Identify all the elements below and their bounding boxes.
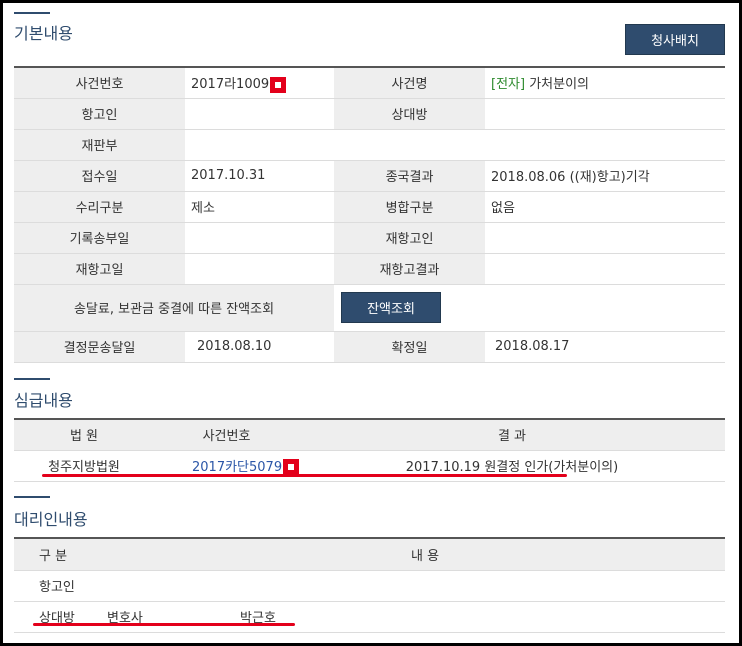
case-no-label: 사건번호 <box>14 67 185 99</box>
reappeal-result-label: 재항고결과 <box>334 253 485 285</box>
table-row: 상대방 변호사 박근호 <box>14 601 725 633</box>
final-result-label: 종국결과 <box>334 160 485 192</box>
balance-inquiry-label: 송달료, 보관금 중결에 따른 잔액조회 <box>14 284 334 332</box>
col-court-header: 법 원 <box>14 419 154 451</box>
red-underline-annotation <box>33 623 295 626</box>
accept-type-value: 제소 <box>185 191 334 223</box>
electronic-tag: [전자] <box>491 77 526 93</box>
reappeal-date-label: 재항고일 <box>14 253 185 285</box>
red-underline-annotation <box>42 474 567 477</box>
case-name-label: 사건명 <box>334 67 485 99</box>
court-layout-button[interactable]: 청사배치 <box>625 24 725 55</box>
balance-inquiry-cell: 잔액조회 <box>334 284 725 332</box>
case-name-value: [전자] 가처분이의 <box>485 67 725 99</box>
reappellant-value <box>485 222 725 254</box>
section-title-lower: 심급내용 <box>14 391 73 410</box>
section-title-basic: 기본내용 <box>14 24 73 43</box>
lower-case-no-link[interactable]: 2017카단5079 <box>192 460 282 475</box>
record-sent-label: 기록송부일 <box>14 222 185 254</box>
merge-type-label: 병합구분 <box>334 191 485 223</box>
opponent-value <box>485 98 725 130</box>
section-title-agent: 대리인내용 <box>14 510 88 529</box>
reappeal-date-value <box>185 253 334 285</box>
decision-sent-label: 결정문송달일 <box>14 331 185 363</box>
decision-sent-value: 2018.08.10 <box>185 331 334 363</box>
agent-type: 항고인 <box>14 570 104 602</box>
agent-type: 상대방 <box>14 601 104 633</box>
final-result-value: 2018.08.06 ((재)항고)기각 <box>485 160 725 192</box>
confirmed-value: 2018.08.17 <box>485 331 725 363</box>
col-result-header: 결 과 <box>299 419 725 451</box>
basic-info-table: 사건번호 2017라1009 사건명 [전자] 가처분이의 항고인 상대방 재판… <box>14 66 725 363</box>
merge-type-value: 없음 <box>485 191 725 223</box>
reappeal-result-value <box>485 253 725 285</box>
redaction-mark <box>283 459 299 476</box>
col-case-no-header: 사건번호 <box>154 419 299 451</box>
reappellant-label: 재항고인 <box>334 222 485 254</box>
case-name-text: 가처분이의 <box>525 77 590 93</box>
table-row: 항고인 <box>14 570 725 602</box>
accept-type-label: 수리구분 <box>14 191 185 223</box>
section-bar <box>14 496 50 498</box>
lower-court-table: 법 원 사건번호 결 과 청주지방법원 2017카단5079 2017.10.1… <box>14 418 725 482</box>
division-label: 재판부 <box>14 129 185 161</box>
col-content-header: 내 용 <box>104 538 725 571</box>
redaction-mark <box>270 76 287 93</box>
agent-content <box>104 570 725 602</box>
appellant-label: 항고인 <box>14 98 185 130</box>
col-type-header: 구 분 <box>14 538 104 571</box>
case-no-text: 2017라1009 <box>191 77 270 92</box>
received-label: 접수일 <box>14 160 185 192</box>
received-value: 2017.10.31 <box>185 160 334 192</box>
agent-content: 변호사 박근호 <box>104 601 725 633</box>
balance-inquiry-button[interactable]: 잔액조회 <box>341 292 441 323</box>
record-sent-value <box>185 222 334 254</box>
opponent-label: 상대방 <box>334 98 485 130</box>
section-bar <box>14 12 50 14</box>
confirmed-label: 확정일 <box>334 331 485 363</box>
appellant-value <box>185 98 334 130</box>
agent-table: 구 분 내 용 항고인 상대방 변호사 박근호 <box>14 537 725 633</box>
section-bar <box>14 378 50 380</box>
case-no-value: 2017라1009 <box>185 67 334 99</box>
division-value <box>185 129 725 161</box>
